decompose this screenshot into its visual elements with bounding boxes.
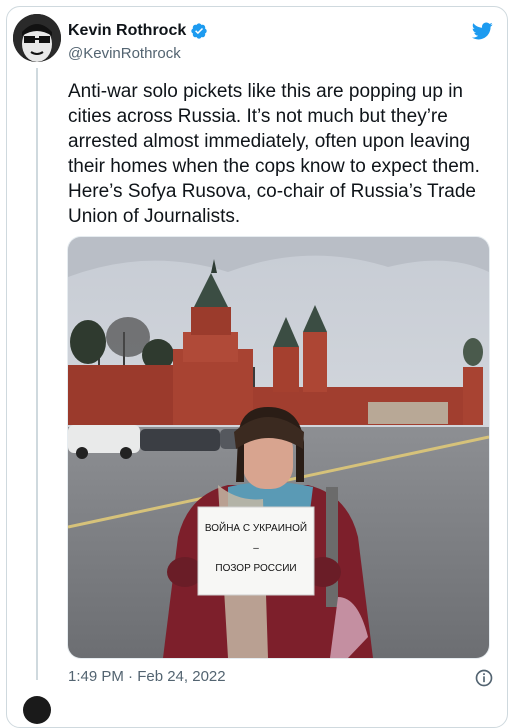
sign-text-line2: – — [253, 543, 259, 554]
avatar-illustration — [13, 14, 61, 62]
verified-badge-icon — [191, 23, 207, 39]
reply-avatar[interactable] — [23, 696, 51, 724]
tweet-timestamp[interactable]: 1:49 PM · Feb 24, 2022 — [68, 668, 226, 685]
tweet-photo[interactable]: ВОЙНА С УКРАИНОЙ – ПОЗОР РОССИИ — [67, 236, 490, 659]
info-icon[interactable] — [474, 668, 494, 688]
sign-text-line3: ПОЗОР РОССИИ — [215, 563, 296, 574]
red-square-protest-photo: ВОЙНА С УКРАИНОЙ – ПОЗОР РОССИИ — [68, 237, 489, 658]
author-display-name[interactable]: Kevin Rothrock — [68, 22, 186, 40]
author-handle[interactable]: @KevinRothrock — [68, 45, 181, 62]
thread-connector-line — [36, 68, 38, 680]
twitter-bird-icon[interactable] — [470, 20, 494, 42]
tweet-text: Anti-war solo pickets like this are popp… — [68, 81, 480, 227]
author-avatar[interactable] — [13, 14, 61, 62]
sign-text-line1: ВОЙНА С УКРАИНОЙ — [205, 521, 307, 534]
